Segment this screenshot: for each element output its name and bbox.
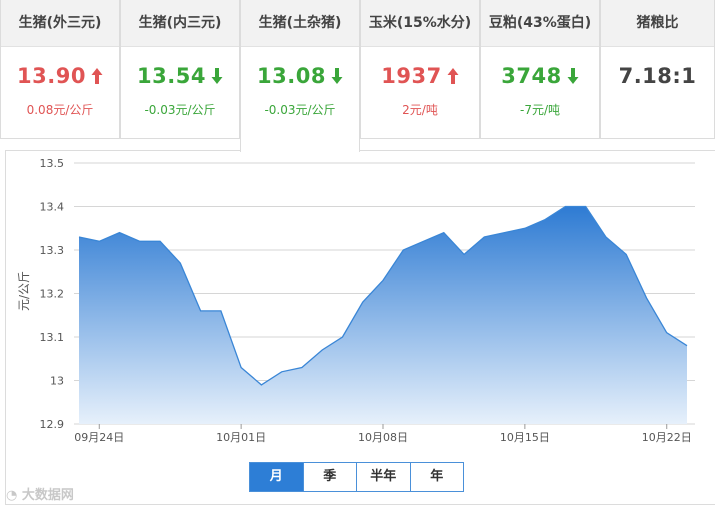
card-title: 豆粕(43%蛋白) [481,0,599,47]
card-change: -7元/吨 [481,101,599,118]
arrow-down-icon [211,68,223,84]
price-card[interactable]: 生猪(外三元) 13.90 0.08元/公斤 [0,0,120,139]
card-change-text: -0.03元/公斤 [144,103,216,117]
card-change: 2元/吨 [361,101,479,118]
price-card[interactable]: 豆粕(43%蛋白) 3748 -7元/吨 [480,0,600,139]
x-axis-ticks: 09月24日 10月01日 10月08日 10月15日 10月22日 [74,424,692,444]
price-card[interactable]: 生猪(土杂猪) 13.08 -0.03元/公斤 [240,0,360,152]
card-title: 猪粮比 [601,0,714,47]
y-tick-label: 13.2 [40,288,65,301]
card-change-text: 0.08元/公斤 [26,103,94,117]
card-change: -0.03元/公斤 [121,101,239,118]
card-change-text: -7元/吨 [519,103,560,117]
arrow-up-icon [447,68,459,84]
arrow-up-icon [91,68,103,84]
y-tick-label: 13.3 [40,244,65,257]
x-tick-label: 09月24日 [74,431,124,444]
card-price: 13.08 [241,64,359,88]
card-title: 生猪(土杂猪) [241,0,359,47]
card-price: 13.90 [1,64,119,88]
x-tick-label: 10月15日 [500,431,550,444]
card-title: 生猪(外三元) [1,0,119,47]
card-price: 1937 [361,64,479,88]
price-chart: 12.9 13 13.1 13.2 13.3 13.4 13.5 09月24日 10月01日 1… [17,157,695,444]
card-change: 0.08元/公斤 [1,101,119,118]
price-card[interactable]: 玉米(15%水分) 1937 2元/吨 [360,0,480,139]
card-change-text: 2元/吨 [402,103,438,117]
y-tick-label: 12.9 [40,418,65,431]
x-tick-label: 10月01日 [216,431,266,444]
period-tabs: 月季半年年 [249,462,464,492]
card-title: 生猪(内三元) [121,0,239,47]
price-card[interactable]: 生猪(内三元) 13.54 -0.03元/公斤 [120,0,240,139]
arrow-down-icon [567,68,579,84]
arrow-down-icon [331,68,343,84]
y-tick-label: 13.1 [40,331,65,344]
price-cards: 生猪(外三元) 13.90 0.08元/公斤 生猪(内三元) 13.54 -0.03元/公… [0,0,715,152]
card-title: 玉米(15%水分) [361,0,479,47]
x-tick-label: 10月22日 [642,431,692,444]
card-price: 13.54 [121,64,239,88]
series-area [79,206,687,424]
x-tick-label: 10月08日 [358,431,408,444]
card-price-value: 3748 [501,64,562,88]
card-change-text: -0.03元/公斤 [264,103,336,117]
tab-period[interactable]: 年 [409,463,464,491]
y-axis-label: 元/公斤 [17,271,31,311]
y-tick-label: 13.5 [40,157,65,170]
tab-period[interactable]: 半年 [356,463,410,491]
y-axis-ticks: 12.9 13 13.1 13.2 13.3 13.4 13.5 [40,157,65,431]
card-change: -0.03元/公斤 [241,101,359,118]
price-card[interactable]: 猪粮比 7.18:1 [600,0,715,139]
y-tick-label: 13 [50,375,64,388]
tab-period[interactable]: 月 [250,463,303,491]
card-price: 7.18:1 [601,64,714,88]
watermark-logo: ◔ 大数据网 [6,488,74,503]
watermark-text: 大数据网 [21,488,74,503]
card-price: 3748 [481,64,599,88]
tab-period[interactable]: 季 [302,463,357,491]
card-price-value: 13.90 [17,64,86,88]
y-tick-label: 13.4 [40,201,65,214]
card-price-value: 7.18:1 [618,64,697,88]
chart-panel: 12.9 13 13.1 13.2 13.3 13.4 13.5 09月24日 10月01日 1… [5,150,715,505]
card-price-value: 13.08 [257,64,326,88]
card-price-value: 13.54 [137,64,206,88]
card-price-value: 1937 [381,64,442,88]
